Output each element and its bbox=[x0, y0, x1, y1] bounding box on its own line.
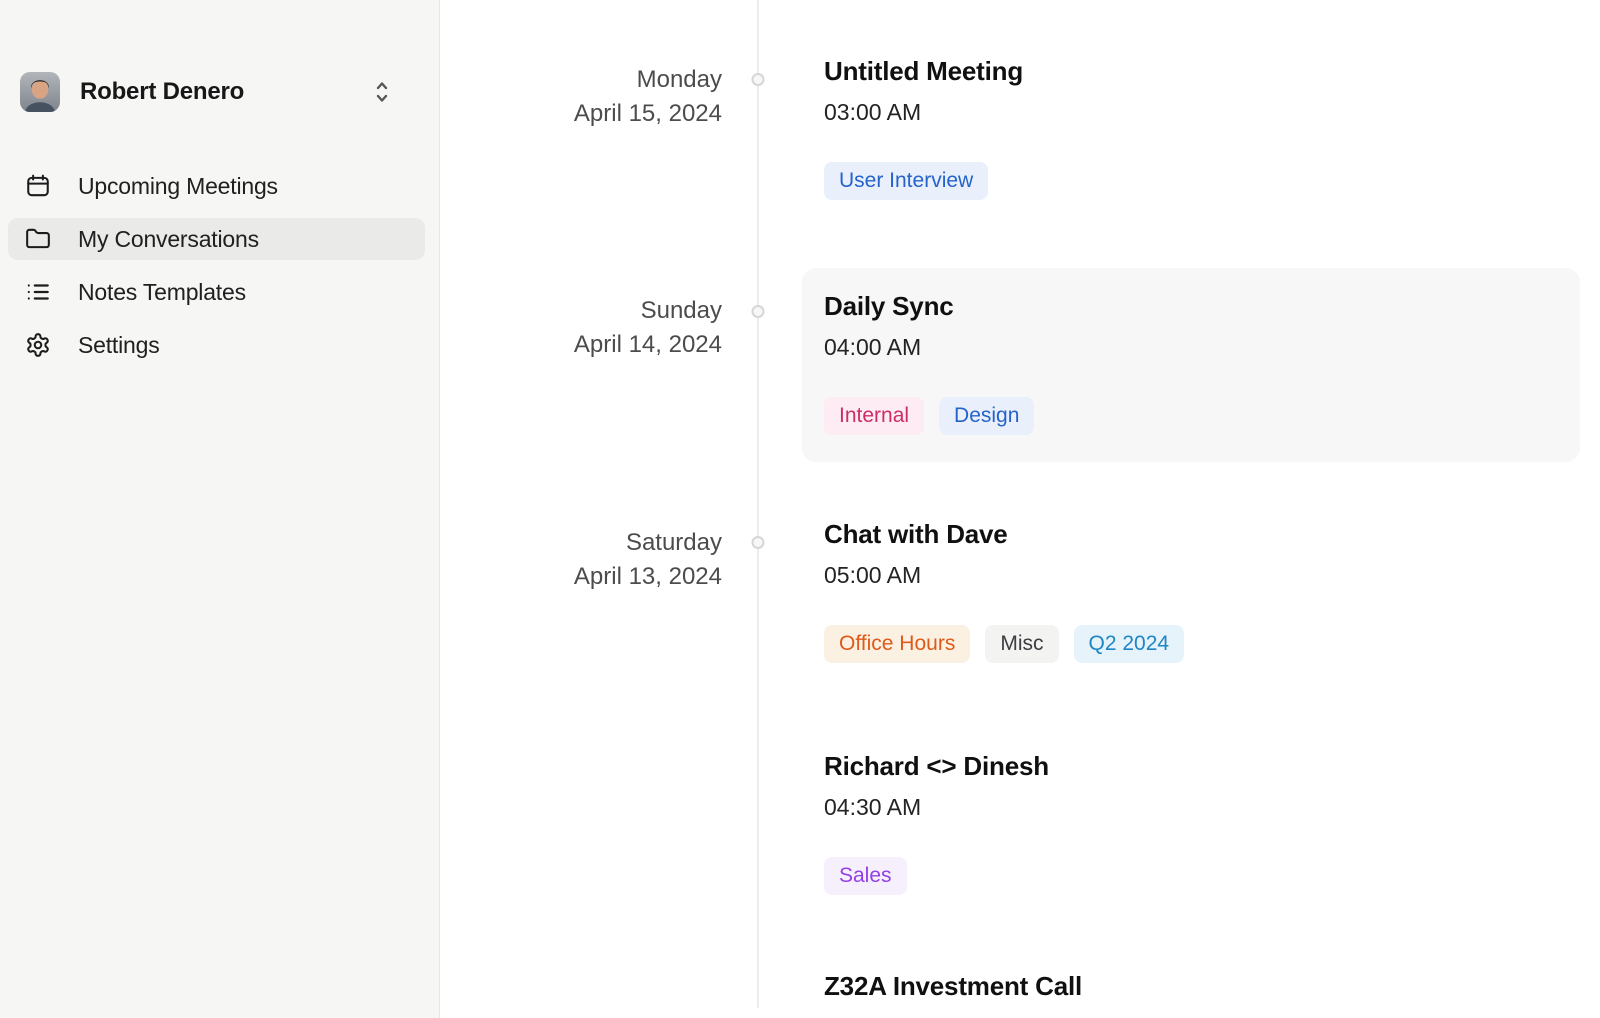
meeting-title: Richard <> Dinesh bbox=[824, 750, 1049, 782]
user-profile-switcher[interactable]: Robert Denero bbox=[20, 72, 419, 112]
sidebar-menu: Upcoming Meetings My Conversations Notes… bbox=[8, 165, 425, 366]
timeline-date: Saturday April 13, 2024 bbox=[440, 518, 758, 594]
tag-internal[interactable]: Internal bbox=[824, 397, 924, 435]
timeline-day: Saturday bbox=[440, 526, 722, 560]
meeting-entry[interactable]: Chat with Dave 05:00 AM Office Hours Mis… bbox=[802, 518, 1184, 663]
meeting-title: Daily Sync bbox=[824, 290, 1550, 322]
meeting-time: 03:00 AM bbox=[824, 98, 1023, 126]
meeting-title: Z32A Investment Call bbox=[824, 970, 1082, 1002]
timeline-dot bbox=[752, 305, 765, 318]
sidebar-item-settings[interactable]: Settings bbox=[8, 324, 425, 366]
app-window: Robert Denero Upcoming Meetings bbox=[0, 0, 1600, 1018]
meeting-time: 04:00 AM bbox=[824, 333, 1550, 361]
tag-sales[interactable]: Sales bbox=[824, 857, 907, 895]
timeline-dot bbox=[752, 73, 765, 86]
chevron-up-down-icon bbox=[374, 77, 390, 107]
timeline-date-full: April 13, 2024 bbox=[440, 560, 722, 594]
tag-office-hours[interactable]: Office Hours bbox=[824, 625, 970, 663]
sidebar-item-label: Upcoming Meetings bbox=[78, 173, 278, 200]
avatar bbox=[20, 72, 60, 112]
timeline-row: Saturday April 13, 2024 Chat with Dave 0… bbox=[440, 518, 1600, 663]
conversations-timeline: Monday April 15, 2024 Untitled Meeting 0… bbox=[440, 0, 1600, 1018]
tag-user-interview[interactable]: User Interview bbox=[824, 162, 988, 200]
list-icon bbox=[24, 279, 51, 306]
timeline-day: Monday bbox=[440, 63, 722, 97]
timeline-row: Sunday April 14, 2024 Daily Sync 04:00 A… bbox=[440, 268, 1600, 462]
sidebar: Robert Denero Upcoming Meetings bbox=[0, 0, 440, 1018]
gear-icon bbox=[24, 332, 51, 359]
timeline-row: Richard <> Dinesh 04:30 AM Sales bbox=[440, 750, 1600, 895]
meeting-entry-highlighted[interactable]: Daily Sync 04:00 AM Internal Design bbox=[802, 268, 1580, 462]
sidebar-item-upcoming-meetings[interactable]: Upcoming Meetings bbox=[8, 165, 425, 207]
calendar-icon bbox=[24, 173, 51, 200]
timeline-day: Sunday bbox=[440, 294, 722, 328]
meeting-entry[interactable]: Richard <> Dinesh 04:30 AM Sales bbox=[802, 750, 1049, 895]
meeting-tags: User Interview bbox=[824, 162, 1023, 200]
timeline-date-empty bbox=[440, 970, 758, 978]
folder-icon bbox=[24, 226, 51, 253]
sidebar-item-my-conversations[interactable]: My Conversations bbox=[8, 218, 425, 260]
timeline-date-full: April 15, 2024 bbox=[440, 97, 722, 131]
timeline-date-empty bbox=[440, 750, 758, 758]
sidebar-item-notes-templates[interactable]: Notes Templates bbox=[8, 271, 425, 313]
meeting-time: 04:30 AM bbox=[824, 793, 1049, 821]
meeting-time: 05:00 AM bbox=[824, 561, 1184, 589]
sidebar-item-label: My Conversations bbox=[78, 226, 259, 253]
sidebar-item-label: Settings bbox=[78, 332, 160, 359]
meeting-tags: Office Hours Misc Q2 2024 bbox=[824, 625, 1184, 663]
timeline-date: Sunday April 14, 2024 bbox=[440, 268, 758, 362]
tag-design[interactable]: Design bbox=[939, 397, 1034, 435]
timeline-date-full: April 14, 2024 bbox=[440, 328, 722, 362]
meeting-tags: Internal Design bbox=[824, 397, 1550, 435]
meeting-tags: Sales bbox=[824, 857, 1049, 895]
meeting-entry[interactable]: Untitled Meeting 03:00 AM User Interview bbox=[802, 55, 1023, 200]
meeting-title: Chat with Dave bbox=[824, 518, 1184, 550]
timeline-row: Monday April 15, 2024 Untitled Meeting 0… bbox=[440, 55, 1600, 200]
timeline-row: Z32A Investment Call bbox=[440, 970, 1600, 1002]
user-name: Robert Denero bbox=[80, 78, 374, 106]
timeline-date: Monday April 15, 2024 bbox=[440, 55, 758, 131]
timeline-dot bbox=[752, 536, 765, 549]
sidebar-item-label: Notes Templates bbox=[78, 279, 246, 306]
meeting-title: Untitled Meeting bbox=[824, 55, 1023, 87]
tag-misc[interactable]: Misc bbox=[985, 625, 1058, 663]
tag-q2-2024[interactable]: Q2 2024 bbox=[1074, 625, 1185, 663]
meeting-entry[interactable]: Z32A Investment Call bbox=[802, 970, 1082, 1002]
